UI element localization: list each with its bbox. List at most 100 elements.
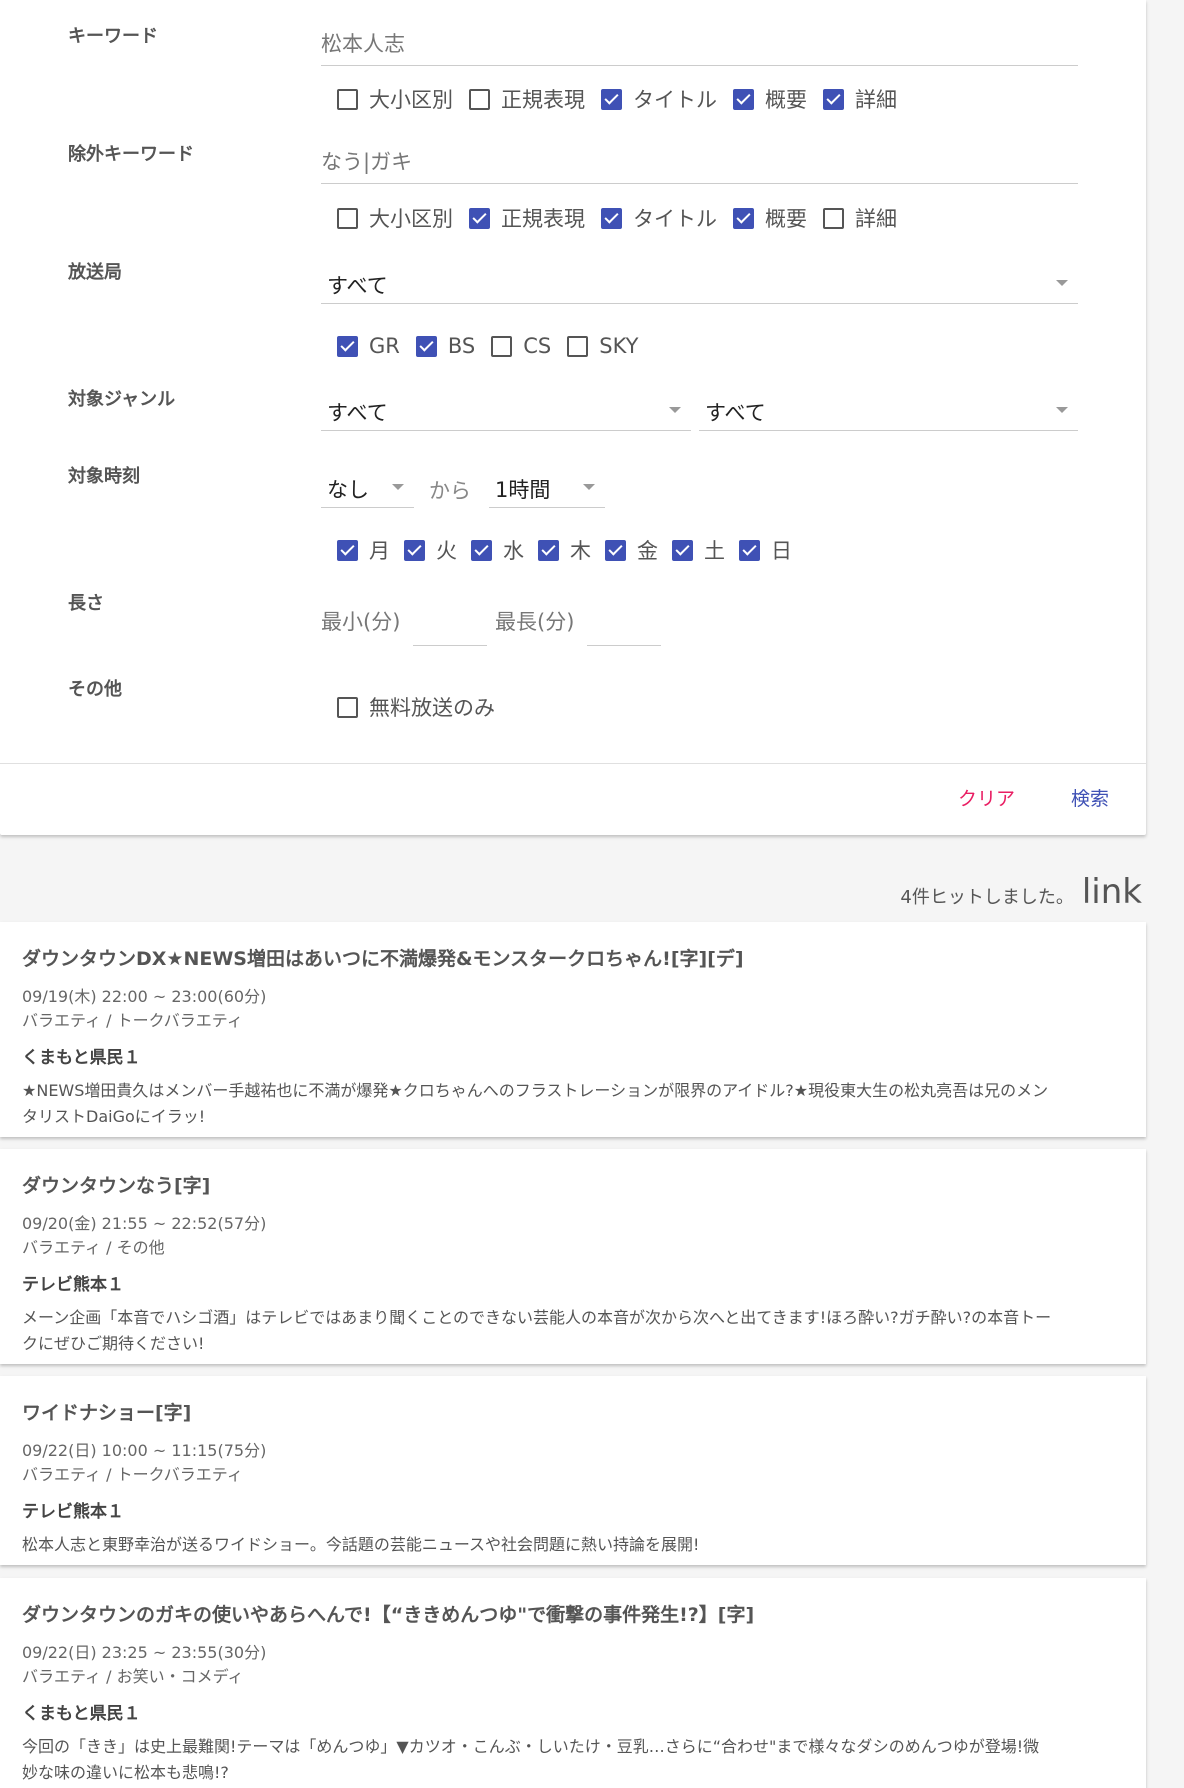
result-time: 09/20(金) 21:55 ~ 22:52(57分) bbox=[22, 1214, 267, 1233]
result-time: 09/22(日) 23:25 ~ 23:55(30分) bbox=[22, 1643, 267, 1662]
result-time: 09/19(木) 22:00 ~ 23:00(60分) bbox=[22, 987, 267, 1006]
checkbox-label: 概要 bbox=[765, 88, 807, 112]
checkbox-icon bbox=[601, 88, 622, 110]
keyword-input[interactable]: 松本人志 bbox=[321, 4, 1078, 66]
exclude-title-checkbox[interactable]: タイトル bbox=[601, 203, 717, 233]
result-channel: くまもと県民１ bbox=[22, 1048, 141, 1068]
checkbox-icon bbox=[823, 88, 844, 110]
station-select[interactable]: すべて bbox=[321, 266, 1078, 304]
checkbox-label: タイトル bbox=[633, 207, 717, 231]
day-wed-checkbox[interactable]: 水 bbox=[471, 535, 524, 565]
dropdown-arrow-icon bbox=[583, 484, 595, 490]
result-description: 今回の「きき」は史上最難関!テーマは「めんつゆ」▼カツオ・こんぶ・しいたけ・豆乳… bbox=[22, 1737, 1040, 1782]
checkbox-icon bbox=[337, 88, 358, 110]
checkbox-icon bbox=[601, 207, 622, 229]
checkbox-icon bbox=[415, 335, 437, 357]
station-cs-checkbox[interactable]: CS bbox=[491, 334, 551, 358]
checkbox-icon bbox=[337, 207, 358, 229]
checkbox-icon bbox=[337, 539, 358, 561]
checkbox-icon bbox=[733, 88, 754, 110]
checkbox-icon bbox=[567, 335, 589, 357]
dropdown-arrow-icon bbox=[392, 484, 404, 490]
time-start-value: なし bbox=[327, 478, 369, 502]
station-options: GR BS CS SKY bbox=[337, 331, 654, 361]
result-card[interactable]: ダウンタウンなう[字] 09/20(金) 21:55 ~ 22:52(57分) … bbox=[0, 1149, 1146, 1364]
exclude-keyword-label: 除外キーワード bbox=[68, 144, 194, 165]
keyword-detail-checkbox[interactable]: 詳細 bbox=[823, 84, 897, 114]
station-label: 放送局 bbox=[68, 262, 122, 283]
result-title: ダウンタウンのガキの使いやあらへんで!【“ききめんつゆ"で衝撃の事件発生!?】[… bbox=[22, 1604, 755, 1626]
genre-main-select[interactable]: すべて bbox=[321, 393, 691, 431]
checkbox-label: 概要 bbox=[765, 207, 807, 231]
keyword-case-checkbox[interactable]: 大小区別 bbox=[337, 84, 453, 114]
checkbox-icon bbox=[823, 207, 844, 229]
station-bs-checkbox[interactable]: BS bbox=[415, 334, 476, 358]
search-button[interactable]: 検索 bbox=[1071, 784, 1109, 811]
hit-count-text: 4件ヒットしました。 bbox=[900, 887, 1074, 908]
clear-button[interactable]: クリア bbox=[958, 784, 1015, 811]
other-options: 無料放送のみ bbox=[337, 692, 511, 722]
keyword-title-checkbox[interactable]: タイトル bbox=[601, 84, 717, 114]
day-thu-checkbox[interactable]: 木 bbox=[538, 535, 591, 565]
checkbox-icon bbox=[672, 539, 693, 561]
result-description: メーン企画「本音でハシゴ酒」はテレビではあまり聞くことのできない芸能人の本音が次… bbox=[22, 1308, 1052, 1353]
result-genre: バラエティ / トークバラエティ bbox=[22, 1011, 243, 1030]
checkbox-icon bbox=[404, 539, 425, 561]
checkbox-label: 正規表現 bbox=[501, 207, 585, 231]
checkbox-label: 大小区別 bbox=[369, 207, 453, 231]
length-label: 長さ bbox=[68, 593, 104, 614]
hit-summary: 4件ヒットしました。 link bbox=[900, 872, 1142, 912]
checkbox-label: 無料放送のみ bbox=[369, 696, 495, 720]
checkbox-label: 金 bbox=[637, 539, 658, 563]
checkbox-label: BS bbox=[447, 334, 476, 358]
checkbox-label: 月 bbox=[369, 539, 390, 563]
length-min-input[interactable] bbox=[413, 604, 487, 646]
result-card[interactable]: ワイドナショー[字] 09/22(日) 10:00 ~ 11:15(75分) バ… bbox=[0, 1376, 1146, 1565]
day-sat-checkbox[interactable]: 土 bbox=[672, 535, 725, 565]
station-sky-checkbox[interactable]: SKY bbox=[567, 334, 638, 358]
day-sun-checkbox[interactable]: 日 bbox=[739, 535, 792, 565]
other-label: その他 bbox=[68, 679, 122, 700]
exclude-detail-checkbox[interactable]: 詳細 bbox=[823, 203, 897, 233]
checkbox-label: 水 bbox=[503, 539, 524, 563]
checkbox-label: SKY bbox=[599, 334, 639, 358]
checkbox-icon bbox=[538, 539, 559, 561]
day-fri-checkbox[interactable]: 金 bbox=[605, 535, 658, 565]
link-anchor[interactable]: link bbox=[1082, 872, 1142, 912]
keyword-summary-checkbox[interactable]: 概要 bbox=[733, 84, 807, 114]
day-tue-checkbox[interactable]: 火 bbox=[404, 535, 457, 565]
genre-sub-select[interactable]: すべて bbox=[699, 393, 1078, 431]
time-label: 対象時刻 bbox=[68, 466, 140, 487]
result-description: ★NEWS増田貴久はメンバー手越祐也に不満が爆発★クロちゃんへのフラストレーショ… bbox=[22, 1081, 1049, 1126]
keyword-options: 大小区別 正規表現 タイトル 概要 詳細 bbox=[337, 84, 913, 114]
keyword-regex-checkbox[interactable]: 正規表現 bbox=[469, 84, 585, 114]
checkbox-label: 火 bbox=[436, 539, 457, 563]
time-start-select[interactable]: なし bbox=[321, 470, 414, 508]
time-duration-value: 1時間 bbox=[495, 478, 551, 502]
checkbox-icon bbox=[605, 539, 626, 561]
exclude-regex-checkbox[interactable]: 正規表現 bbox=[469, 203, 585, 233]
checkbox-icon bbox=[337, 335, 358, 357]
result-time: 09/22(日) 10:00 ~ 11:15(75分) bbox=[22, 1441, 267, 1460]
result-genre: バラエティ / お笑い・コメディ bbox=[22, 1667, 244, 1686]
exclude-summary-checkbox[interactable]: 概要 bbox=[733, 203, 807, 233]
checkbox-icon bbox=[337, 696, 358, 718]
checkbox-icon bbox=[733, 207, 754, 229]
result-card[interactable]: ダウンタウンDX★NEWS増田はあいつに不満爆発&モンスタークロちゃん![字][… bbox=[0, 922, 1146, 1137]
result-genre: バラエティ / トークバラエティ bbox=[22, 1465, 243, 1484]
result-title: ダウンタウンDX★NEWS増田はあいつに不満爆発&モンスタークロちゃん![字][… bbox=[22, 948, 744, 970]
result-card[interactable]: ダウンタウンのガキの使いやあらへんで!【“ききめんつゆ"で衝撃の事件発生!?】[… bbox=[0, 1578, 1146, 1788]
free-only-checkbox[interactable]: 無料放送のみ bbox=[337, 692, 495, 722]
length-max-input[interactable] bbox=[587, 604, 661, 646]
time-duration-select[interactable]: 1時間 bbox=[489, 470, 605, 508]
keyword-label: キーワード bbox=[68, 26, 158, 47]
dropdown-arrow-icon bbox=[1056, 280, 1068, 286]
day-mon-checkbox[interactable]: 月 bbox=[337, 535, 390, 565]
exclude-keyword-input[interactable]: なう|ガキ bbox=[321, 122, 1078, 184]
length-max-label: 最長(分) bbox=[495, 610, 575, 634]
checkbox-icon bbox=[491, 335, 513, 357]
station-gr-checkbox[interactable]: GR bbox=[337, 334, 400, 358]
checkbox-label: CS bbox=[523, 334, 552, 358]
exclude-case-checkbox[interactable]: 大小区別 bbox=[337, 203, 453, 233]
result-channel: くまもと県民１ bbox=[22, 1704, 141, 1724]
